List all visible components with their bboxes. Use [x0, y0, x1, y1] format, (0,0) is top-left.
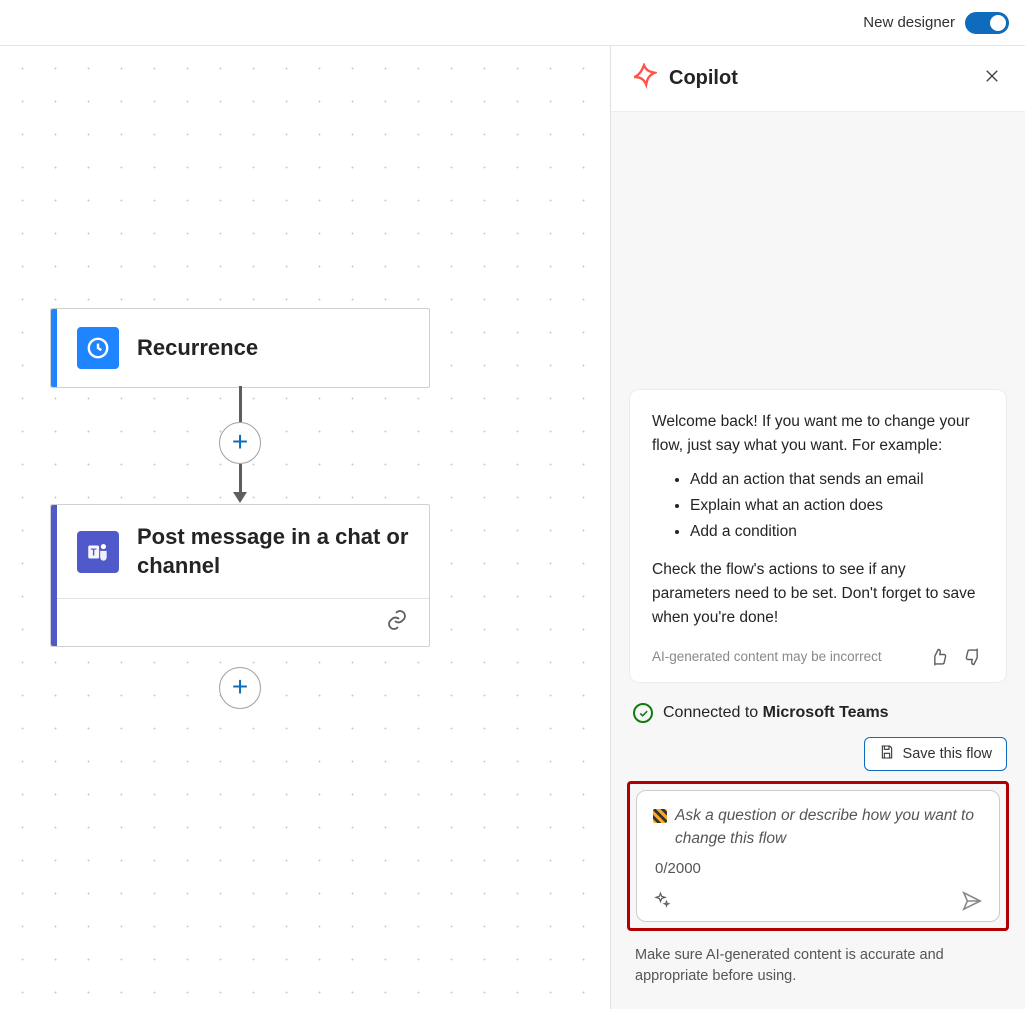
copilot-footer-note: Make sure AI-generated content is accura… — [629, 931, 1007, 1009]
suggestion-item: Explain what an action does — [690, 494, 984, 518]
topbar: New designer — [0, 0, 1025, 46]
save-flow-button[interactable]: Save this flow — [864, 737, 1007, 771]
construction-icon — [653, 809, 667, 823]
new-designer-toggle-group: New designer — [863, 12, 1009, 34]
send-icon[interactable] — [961, 889, 983, 911]
node-title: Recurrence — [137, 334, 258, 363]
suggestion-item: Add an action that sends an email — [690, 468, 984, 492]
connection-status: Connected to Microsoft Teams — [629, 683, 1007, 733]
flow-node-recurrence[interactable]: Recurrence — [50, 308, 430, 388]
node-title: Post message in a chat or channel — [137, 523, 409, 580]
add-step-button[interactable]: + — [219, 667, 261, 709]
suggestion-list: Add an action that sends an email Explai… — [652, 468, 984, 544]
input-placeholder: Ask a question or describe how you want … — [675, 805, 983, 850]
flow-node-post-message[interactable]: T Post message in a chat or channel — [50, 504, 430, 647]
link-icon[interactable] — [385, 608, 409, 637]
char-counter: 0/2000 — [653, 860, 983, 877]
thumbs-down-icon[interactable] — [962, 646, 984, 668]
copilot-input-highlight: Ask a question or describe how you want … — [627, 781, 1009, 931]
flow-graph: Recurrence + T — [50, 308, 430, 709]
status-prefix: Connected to — [663, 704, 763, 721]
flow-canvas[interactable]: Recurrence + T — [0, 46, 610, 1009]
checkmark-icon — [633, 703, 653, 723]
copilot-message: Welcome back! If you want me to change y… — [629, 389, 1007, 683]
copilot-header: Copilot — [611, 46, 1025, 112]
teams-icon: T — [77, 531, 119, 573]
save-icon — [879, 744, 895, 764]
svg-text:T: T — [91, 547, 97, 558]
clock-icon — [77, 327, 119, 369]
add-step-button[interactable]: + — [219, 422, 261, 464]
sparkle-icon[interactable] — [653, 891, 671, 909]
plus-icon: + — [232, 673, 248, 701]
new-designer-label: New designer — [863, 14, 955, 31]
suggestion-item: Add a condition — [690, 520, 984, 544]
copilot-body: Welcome back! If you want me to change y… — [611, 112, 1025, 1009]
node-footer — [51, 598, 429, 646]
copilot-logo-icon — [631, 63, 657, 94]
status-target: Microsoft Teams — [763, 704, 889, 721]
plus-icon: + — [232, 428, 248, 456]
node-accent — [51, 505, 57, 646]
message-outro: Check the flow's actions to see if any p… — [652, 558, 984, 630]
close-icon[interactable] — [979, 63, 1005, 94]
arrow-down-icon — [233, 492, 247, 503]
connector: + — [50, 386, 430, 506]
copilot-title: Copilot — [669, 67, 967, 90]
copilot-input[interactable]: Ask a question or describe how you want … — [636, 790, 1000, 922]
message-intro: Welcome back! If you want me to change y… — [652, 410, 984, 458]
node-accent — [51, 309, 57, 387]
thumbs-up-icon[interactable] — [928, 646, 950, 668]
ai-disclaimer: AI-generated content may be incorrect — [652, 647, 916, 668]
connector-end: + — [50, 667, 430, 709]
save-button-label: Save this flow — [903, 746, 992, 762]
copilot-panel: Copilot Welcome back! If you want me to … — [610, 46, 1025, 1009]
new-designer-toggle[interactable] — [965, 12, 1009, 34]
